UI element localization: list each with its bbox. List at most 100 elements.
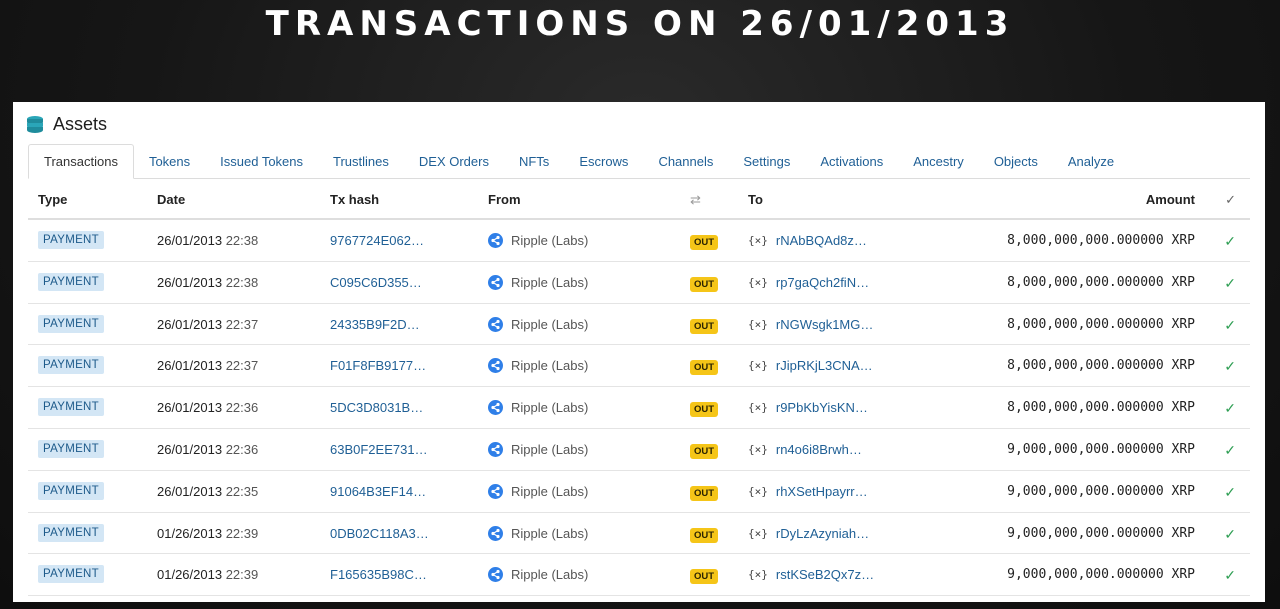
check-icon: ✓ xyxy=(1224,400,1236,417)
type-badge: PAYMENT xyxy=(38,272,104,291)
tx-hash-link[interactable]: 91064B3EF14… xyxy=(330,484,426,499)
tx-hash-link[interactable]: 9767724E062… xyxy=(330,233,424,248)
from-cell[interactable]: Ripple (Labs) xyxy=(488,400,588,416)
from-account-name[interactable]: Ripple (Labs) xyxy=(511,317,588,332)
column-header-from[interactable]: From xyxy=(488,192,521,207)
tab-nfts[interactable]: NFTs xyxy=(504,144,564,178)
from-account-name[interactable]: Ripple (Labs) xyxy=(511,442,588,457)
tab-analyze[interactable]: Analyze xyxy=(1053,144,1129,178)
ripple-logo-icon xyxy=(488,274,503,290)
from-account-name[interactable]: Ripple (Labs) xyxy=(511,358,588,373)
tab-issued-tokens[interactable]: Issued Tokens xyxy=(205,144,318,178)
tx-hash-link[interactable]: F165635B98C… xyxy=(330,567,427,582)
to-address-link[interactable]: rNGWsgk1MG… xyxy=(776,317,874,332)
from-cell[interactable]: Ripple (Labs) xyxy=(488,316,588,332)
table-row[interactable]: PAYMENT 26/01/2013 22:36 5DC3D8031B… Ripple… xyxy=(28,387,1250,429)
check-icon: ✓ xyxy=(1225,192,1236,207)
unknown-account-icon: {×} xyxy=(748,317,768,331)
swap-icon[interactable]: ⇄ xyxy=(690,192,701,208)
tx-hash-link[interactable]: C095C6D355… xyxy=(330,275,422,290)
from-account-name[interactable]: Ripple (Labs) xyxy=(511,567,588,582)
from-cell[interactable]: Ripple (Labs) xyxy=(488,233,588,248)
to-address-link[interactable]: rn4o6i8Brwh… xyxy=(776,442,862,457)
direction-badge: OUT xyxy=(690,569,719,585)
from-account-name[interactable]: Ripple (Labs) xyxy=(511,233,588,248)
date-value: 26/01/2013 xyxy=(157,400,223,416)
to-address-link[interactable]: rDyLzAzyniah… xyxy=(776,526,869,541)
unknown-account-icon: {×} xyxy=(748,359,768,373)
from-cell[interactable]: Ripple (Labs) xyxy=(488,567,588,583)
to-address-link[interactable]: rstKSeB2Qx7z… xyxy=(776,567,874,582)
tx-hash-link[interactable]: 0DB02C118A3… xyxy=(330,526,429,541)
table-row[interactable]: PAYMENT 01/26/2013 22:39 0DB02C118A3… Rippl… xyxy=(28,513,1250,555)
to-address-link[interactable]: r9PbKbYisKN… xyxy=(776,400,868,415)
ripple-logo-icon xyxy=(488,525,503,541)
from-cell[interactable]: Ripple (Labs) xyxy=(488,441,588,457)
type-cell: PAYMENT xyxy=(38,523,104,542)
column-header-type[interactable]: Type xyxy=(38,192,67,207)
tx-hash-link[interactable]: 63B0F2EE731… xyxy=(330,442,428,457)
unknown-account-icon: {×} xyxy=(748,442,768,456)
date-cell: 01/26/2013 22:39 xyxy=(157,567,258,582)
date-value: 01/26/2013 xyxy=(157,567,223,583)
from-account-name[interactable]: Ripple (Labs) xyxy=(511,400,588,415)
tab-dex-orders[interactable]: DEX Orders xyxy=(404,144,504,178)
tx-hash-link[interactable]: F01F8FB9177… xyxy=(330,358,426,373)
tab-transactions[interactable]: Transactions xyxy=(28,144,134,179)
tab-ancestry[interactable]: Ancestry xyxy=(898,144,979,178)
tab-channels[interactable]: Channels xyxy=(643,144,728,178)
assets-panel: Assets Transactions Tokens Issued Tokens Tr… xyxy=(13,102,1265,602)
column-header-hash[interactable]: Tx hash xyxy=(330,192,379,207)
date-cell: 26/01/2013 22:36 xyxy=(157,442,258,457)
tab-activations[interactable]: Activations xyxy=(805,144,898,178)
column-header-amount[interactable]: Amount xyxy=(1146,192,1195,207)
to-cell[interactable]: {×} rDyLzAzyniah… xyxy=(748,526,869,541)
table-row[interactable]: PAYMENT 26/01/2013 22:37 F01F8FB9177… Rippl… xyxy=(28,345,1250,388)
direction-badge: OUT xyxy=(690,235,719,250)
from-cell[interactable]: Ripple (Labs) xyxy=(488,358,588,374)
tab-trustlines[interactable]: Trustlines xyxy=(318,144,404,178)
to-address-link[interactable]: rhXSetHpayrr… xyxy=(776,484,868,499)
tab-settings[interactable]: Settings xyxy=(728,144,805,178)
from-cell[interactable]: Ripple (Labs) xyxy=(488,483,588,499)
column-header-to[interactable]: To xyxy=(748,192,763,207)
column-header-date[interactable]: Date xyxy=(157,192,185,207)
from-account-name[interactable]: Ripple (Labs) xyxy=(511,484,588,499)
ripple-logo-icon xyxy=(488,358,503,374)
from-account-name[interactable]: Ripple (Labs) xyxy=(511,275,588,290)
time-value: 22:37 xyxy=(225,316,259,332)
date-value: 01/26/2013 xyxy=(157,525,223,541)
to-cell[interactable]: {×} rJipRKjL3CNA… xyxy=(748,358,873,373)
to-cell[interactable]: {×} rp7gaQch2fiN… xyxy=(748,275,869,290)
direction-badge: OUT xyxy=(690,527,719,543)
tx-hash-link[interactable]: 24335B9F2D… xyxy=(330,317,420,332)
from-cell[interactable]: Ripple (Labs) xyxy=(488,274,588,290)
to-address-link[interactable]: rNAbBQAd8z… xyxy=(776,233,867,248)
tab-tokens[interactable]: Tokens xyxy=(134,144,205,178)
from-account-name[interactable]: Ripple (Labs) xyxy=(511,526,588,541)
ripple-logo-icon xyxy=(488,233,503,248)
from-cell[interactable]: Ripple (Labs) xyxy=(488,525,588,541)
tab-objects[interactable]: Objects xyxy=(979,144,1053,178)
time-value: 22:37 xyxy=(225,358,259,374)
table-row[interactable]: PAYMENT 01/26/2013 22:39 F165635B98C… Rippl… xyxy=(28,554,1250,597)
to-cell[interactable]: {×} rstKSeB2Qx7z… xyxy=(748,567,874,582)
to-cell[interactable]: {×} rNGWsgk1MG… xyxy=(748,317,873,332)
table-row[interactable]: PAYMENT 26/01/2013 22:37 24335B9F2D… Ripple… xyxy=(28,304,1250,346)
time-value: 22:36 xyxy=(225,400,259,416)
to-address-link[interactable]: rJipRKjL3CNA… xyxy=(776,358,873,373)
to-cell[interactable]: {×} r9PbKbYisKN… xyxy=(748,400,868,415)
type-cell: PAYMENT xyxy=(38,439,104,458)
to-cell[interactable]: {×} rNAbBQAd8z… xyxy=(748,233,867,248)
to-address-link[interactable]: rp7gaQch2fiN… xyxy=(776,275,869,290)
amount-value: 8,000,000,000.000000 XRP xyxy=(1007,233,1195,248)
table-row[interactable]: PAYMENT 26/01/2013 22:36 63B0F2EE731… Rippl… xyxy=(28,429,1250,471)
table-row[interactable]: PAYMENT 26/01/2013 22:35 91064B3EF14… Rippl… xyxy=(28,471,1250,513)
table-row[interactable]: PAYMENT 26/01/2013 22:38 9767724E062… Rippl… xyxy=(28,220,1250,262)
to-cell[interactable]: {×} rhXSetHpayrr… xyxy=(748,484,868,499)
tx-hash-link[interactable]: 5DC3D8031B… xyxy=(330,400,423,415)
to-cell[interactable]: {×} rn4o6i8Brwh… xyxy=(748,442,862,457)
type-badge: PAYMENT xyxy=(38,565,104,584)
table-row[interactable]: PAYMENT 26/01/2013 22:38 C095C6D355… Ripple… xyxy=(28,262,1250,304)
tab-escrows[interactable]: Escrows xyxy=(564,144,643,178)
